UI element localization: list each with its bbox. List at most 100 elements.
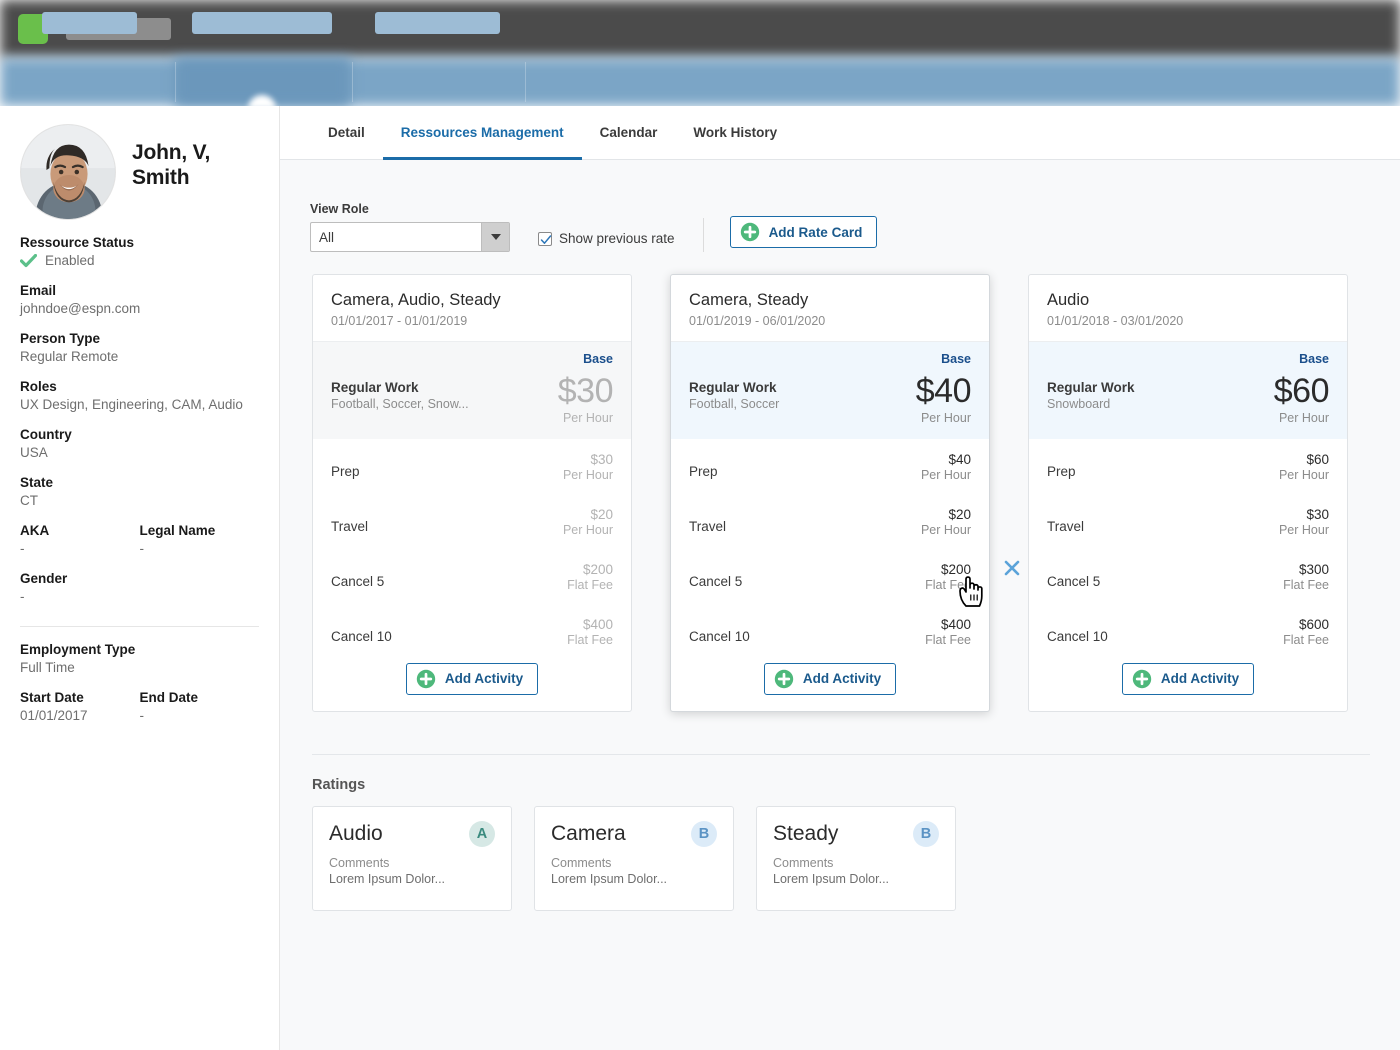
field-end-date: End Date -	[140, 690, 260, 723]
activity-row[interactable]: Travel $20 Per Hour	[313, 494, 631, 549]
add-activity-label: Add Activity	[444, 671, 524, 687]
base-activity-sub: Snowboard	[1047, 396, 1111, 411]
activity-amount: $200	[582, 561, 613, 577]
activity-amount: $30	[590, 451, 613, 467]
content-tabbar: Detail Ressources Management Calendar Wo…	[280, 106, 1400, 160]
field-aka-legalname: AKA - Legal Name -	[20, 523, 259, 556]
activity-amount: $30	[1306, 506, 1329, 522]
secondary-nav-divider	[352, 62, 353, 102]
field-value: USA	[20, 445, 48, 460]
field-label: Gender	[20, 571, 68, 586]
plus-circle-icon	[1132, 669, 1152, 688]
page-title: John, V, Smith	[132, 141, 211, 190]
activity-unit: Flat Fee	[567, 577, 613, 592]
activity-unit: Flat Fee	[1283, 632, 1329, 647]
secondary-nav-tab-3[interactable]	[375, 12, 500, 34]
activity-row[interactable]: Cancel 5 $300 Flat Fee	[1029, 549, 1347, 604]
grade-badge: B	[913, 820, 939, 847]
activity-amount: $300	[1298, 561, 1329, 577]
show-previous-rate-checkbox[interactable]: Show previous rate	[538, 231, 675, 246]
tab-ressources-management[interactable]: Ressources Management	[382, 106, 582, 160]
activity-name: Prep	[331, 463, 360, 479]
field-roles: Roles UX Design, Engineering, CAM, Audio	[20, 379, 259, 412]
resource-profile-sidebar: John, V, Smith Ressource Status Enabled …	[0, 106, 280, 1050]
checkbox-box[interactable]	[538, 231, 552, 246]
view-role-select[interactable]: All	[310, 222, 510, 252]
base-activity-sub: Football, Soccer	[689, 396, 780, 411]
rate-card[interactable]: Camera, Steady 01/01/2019 - 06/01/2020 B…	[670, 274, 1020, 712]
field-label: State	[20, 475, 54, 490]
activity-unit: Flat Fee	[1283, 577, 1329, 592]
rate-card-title: Audio	[1047, 291, 1090, 309]
comment-text: Lorem Ipsum Dolor...	[329, 871, 446, 886]
field-value: -	[139, 708, 145, 723]
add-activity-button[interactable]: Add Activity	[1121, 662, 1255, 695]
field-gender: Gender -	[20, 571, 259, 604]
field-value: 01/01/2017	[20, 708, 88, 723]
view-role-group: View Role All	[310, 202, 510, 252]
activity-name: Travel	[331, 518, 369, 534]
field-label: Email	[20, 283, 57, 298]
activity-row[interactable]: Cancel 10 $600 Flat Fee	[1029, 604, 1347, 659]
activity-row[interactable]: Prep $40 Per Hour	[671, 439, 989, 494]
rate-card[interactable]: Camera, Audio, Steady 01/01/2017 - 01/01…	[312, 274, 632, 712]
field-label: Legal Name	[139, 523, 216, 538]
rating-card[interactable]: Camera B Comments Lorem Ipsum Dolor...	[534, 805, 734, 911]
base-label: Base	[583, 351, 613, 366]
rate-card-dates: 01/01/2019 - 06/01/2020	[689, 313, 826, 328]
base-activity-name: Regular Work	[689, 379, 777, 395]
rate-card-footer: Add Activity	[1029, 659, 1347, 711]
rating-name: Steady	[773, 821, 839, 845]
rating-card[interactable]: Steady B Comments Lorem Ipsum Dolor...	[756, 805, 956, 911]
base-amount: $40	[915, 371, 972, 410]
app-root: John, V, Smith Ressource Status Enabled …	[0, 0, 1400, 1050]
base-activity-sub: Football, Soccer, Snow...	[331, 396, 469, 411]
activity-name: Prep	[1047, 463, 1076, 479]
rate-card-title: Camera, Audio, Steady	[331, 291, 501, 309]
activity-amount: $600	[1298, 616, 1329, 632]
activity-row[interactable]: Prep $30 Per Hour	[313, 439, 631, 494]
secondary-nav-divider	[525, 62, 526, 102]
tab-detail[interactable]: Detail	[310, 106, 383, 159]
base-unit: Per Hour	[920, 410, 971, 425]
secondary-nav-tab-2[interactable]	[192, 12, 332, 34]
add-rate-card-button[interactable]: Add Rate Card	[729, 216, 878, 248]
activity-row[interactable]: Travel $20 Per Hour	[671, 494, 989, 549]
activity-unit: Per Hour	[920, 467, 971, 482]
activity-row[interactable]: Prep $60 Per Hour	[1029, 439, 1347, 494]
add-activity-button[interactable]: Add Activity	[405, 662, 539, 695]
activity-unit: Per Hour	[1278, 522, 1329, 537]
rate-card-base-section: Base Regular Work Football, Soccer, Snow…	[313, 340, 631, 439]
field-person-type: Person Type Regular Remote	[20, 331, 259, 364]
add-activity-button[interactable]: Add Activity	[763, 662, 897, 695]
rate-card-base-section: Base Regular Work Snowboard $60 Per Hour	[1029, 340, 1347, 439]
rate-card[interactable]: Audio 01/01/2018 - 03/01/2020 Base Regul…	[1028, 274, 1348, 712]
activity-amount: $60	[1306, 451, 1329, 467]
activity-row[interactable]: Cancel 5 $200 Flat Fee	[313, 549, 631, 604]
activity-amount: $400	[940, 616, 971, 632]
activity-unit: Flat Fee	[925, 577, 971, 592]
activity-row[interactable]: Cancel 10 $400 Flat Fee	[671, 604, 989, 659]
rate-card-footer: Add Activity	[313, 659, 631, 711]
comments-label: Comments	[773, 855, 834, 870]
field-state: State CT	[20, 475, 259, 508]
rate-card-toolbar: View Role All Show previous rate Add Rat…	[280, 160, 1400, 252]
base-label: Base	[1299, 351, 1329, 366]
field-start-date: Start Date 01/01/2017	[20, 690, 140, 723]
comment-text: Lorem Ipsum Dolor...	[551, 871, 668, 886]
chevron-down-icon[interactable]	[481, 223, 509, 251]
activity-name: Cancel 5	[1047, 573, 1101, 589]
rating-card[interactable]: Audio A Comments Lorem Ipsum Dolor...	[312, 805, 512, 911]
activity-row[interactable]: Travel $30 Per Hour	[1029, 494, 1347, 549]
field-value: -	[20, 589, 25, 604]
secondary-nav-tab-1[interactable]	[42, 12, 137, 34]
field-employment-type: Employment Type Full Time	[20, 642, 259, 675]
activity-row[interactable]: Cancel 10 $400 Flat Fee	[313, 604, 631, 659]
tab-work-history[interactable]: Work History	[675, 106, 795, 159]
activity-row[interactable]: Cancel 5 $200 Flat Fee	[671, 549, 1020, 604]
close-x-icon[interactable]	[1003, 559, 1021, 577]
activity-amount: $400	[582, 616, 613, 632]
activity-name: Cancel 10	[331, 628, 392, 644]
add-rate-card-label: Add Rate Card	[768, 224, 863, 240]
tab-calendar[interactable]: Calendar	[582, 106, 676, 159]
